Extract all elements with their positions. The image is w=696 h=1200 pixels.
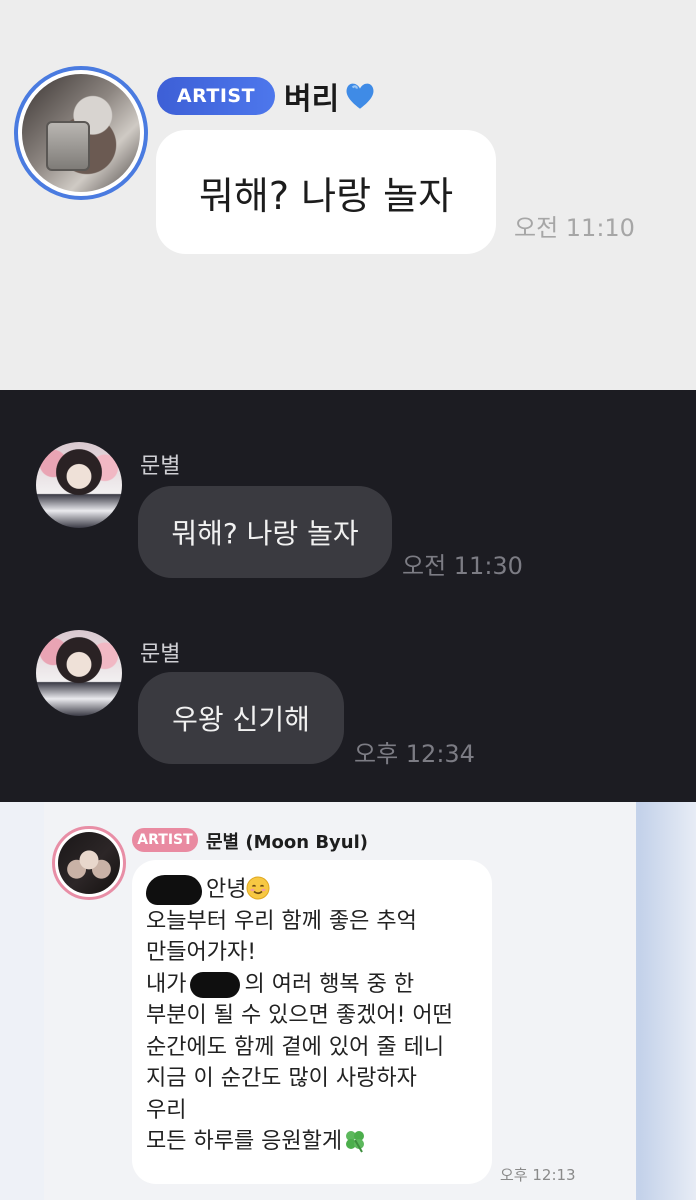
message-bubble: 우왕 신기해	[138, 672, 344, 764]
message-line: 부분이 될 수 있으면 좋겠어! 어떤	[146, 1003, 453, 1028]
artist-avatar[interactable]	[52, 826, 126, 900]
sender-name: 문별	[140, 642, 181, 667]
message-line: 내가 의 여러 행복 중 한	[146, 971, 415, 998]
sender-avatar[interactable]	[36, 630, 122, 716]
sender-avatar[interactable]	[36, 442, 122, 528]
avatar-photo	[58, 832, 120, 894]
message-bubble: 안녕 오늘부터 우리 함께 좋은 추억 만들어가자! 내가 의 여러 행복 중 한…	[132, 860, 492, 1184]
redacted-name	[146, 875, 202, 905]
smiling-face-icon	[246, 876, 270, 900]
message-time: 오전 11:30	[402, 552, 523, 580]
message-line: 우리	[146, 1097, 187, 1123]
artist-badge: ARTIST	[132, 828, 198, 852]
message-line: 안녕	[146, 874, 478, 906]
four-leaf-clover-icon	[346, 1131, 365, 1153]
blue-heart-icon	[346, 83, 374, 109]
message-bubble: 뭐해? 나랑 놀자	[138, 486, 392, 578]
message-bubble: 뭐해? 나랑 놀자	[156, 130, 496, 254]
message-line: 만들어가자!	[146, 940, 257, 965]
message-line: 모든 하루를 응원할게	[146, 1126, 478, 1158]
avatar-photo	[22, 74, 140, 192]
sender-name: 문별	[140, 454, 181, 479]
message-line: 지금 이 순간도 많이 사랑하자	[146, 1066, 417, 1091]
message-line: 오늘부터 우리 함께 좋은 추억	[146, 908, 417, 934]
redacted-name	[190, 971, 241, 998]
artist-badge: ARTIST	[157, 77, 275, 115]
sender-name: 벼리	[284, 74, 377, 118]
message-line: 순간에도 함께 곁에 있어 줄 테니	[146, 1034, 445, 1060]
chat-section-light: ARTIST 벼리 뭐해? 나랑 놀자 오전 11:10	[0, 0, 696, 390]
sender-name-text: 벼리	[284, 82, 340, 117]
sender-name: 문별 (Moon Byul)	[206, 832, 369, 853]
message-time: 오후 12:13	[500, 1166, 576, 1184]
message-time: 오전 11:10	[514, 214, 635, 242]
artist-avatar[interactable]	[14, 66, 148, 200]
message-time: 오후 12:34	[354, 740, 475, 768]
